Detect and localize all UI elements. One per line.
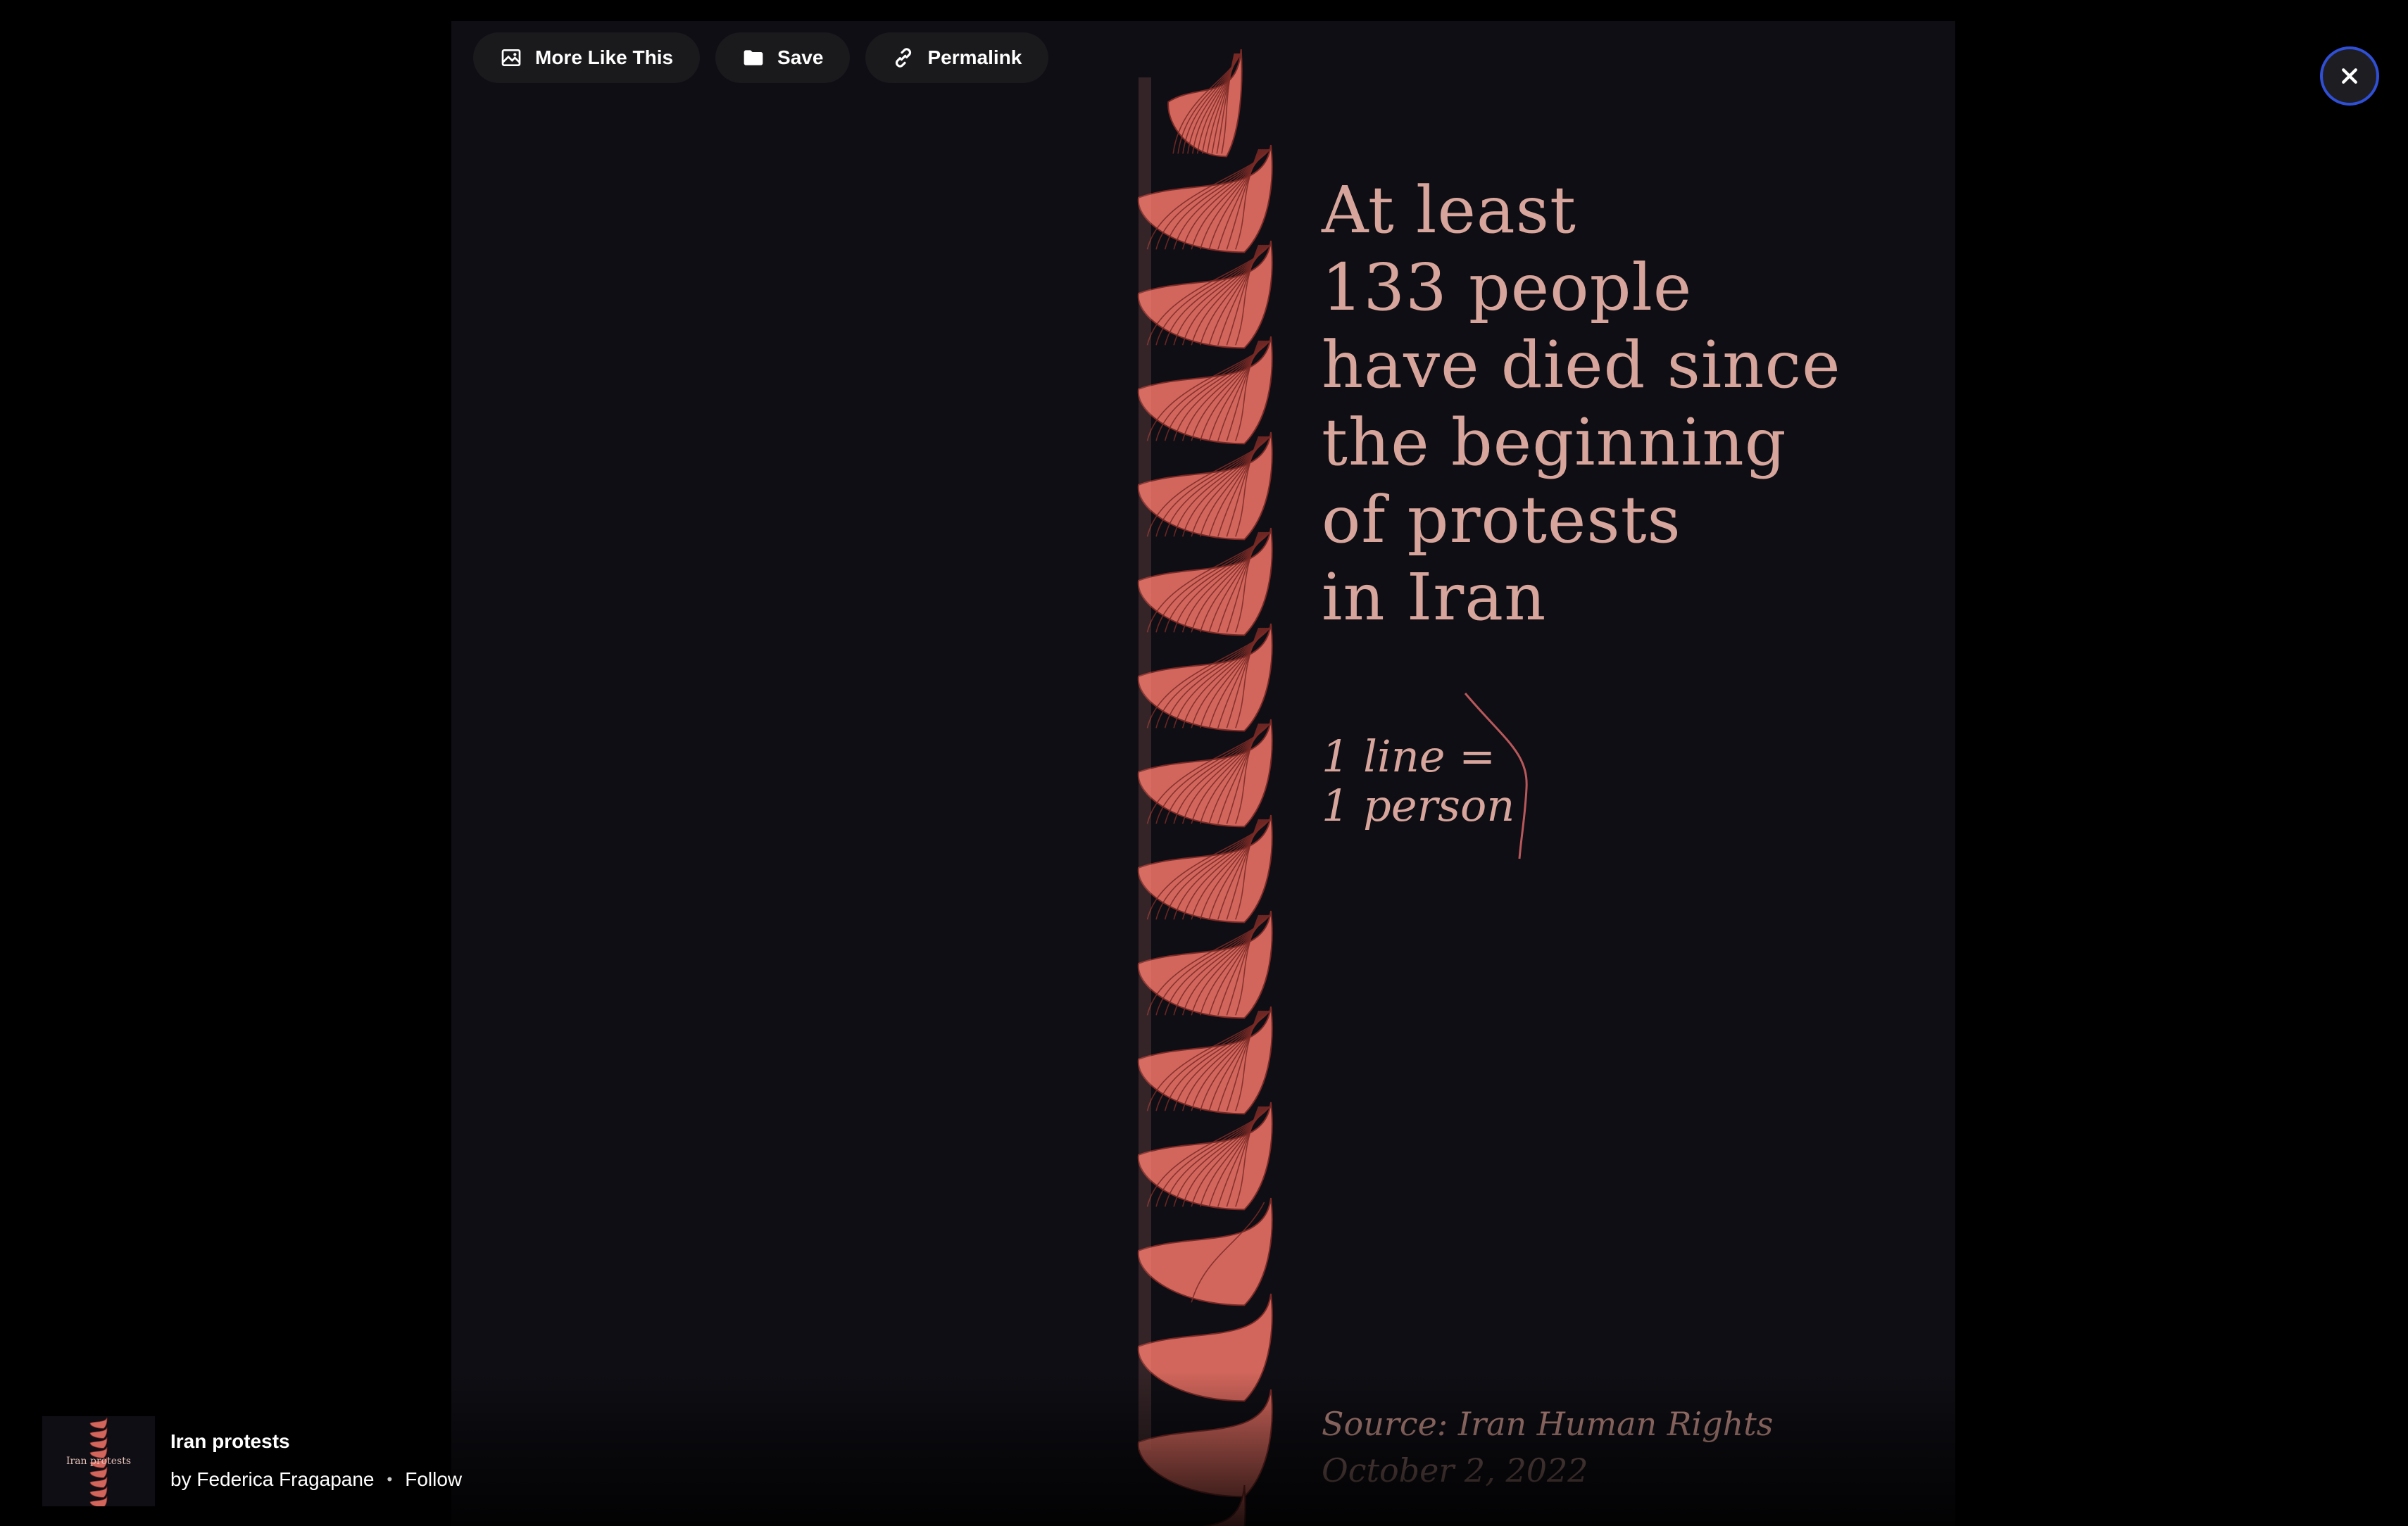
headline-line: of protests [1322, 482, 1681, 557]
link-icon [892, 46, 915, 69]
attribution-byline: by Federica Fragapane • Follow [170, 1468, 462, 1491]
permalink-button[interactable]: Permalink [865, 32, 1049, 83]
rope-segment [1137, 1006, 1273, 1115]
close-icon [2342, 68, 2357, 84]
rope-segment [1137, 1197, 1273, 1306]
rope-strand [1137, 1293, 1273, 1402]
rope-segment [1137, 431, 1273, 541]
rope-segment [1137, 527, 1273, 636]
rope-strand [1137, 1389, 1273, 1498]
thumbnail-strand [89, 1486, 108, 1498]
rope-segment [1137, 623, 1273, 732]
close-button[interactable] [2320, 46, 2379, 106]
thumbnail-strand [89, 1427, 108, 1439]
rope-highlight [1139, 77, 1151, 1450]
rope-segment [1137, 719, 1273, 828]
source-text: Source: Iran Human Rights [1322, 1405, 1774, 1443]
attribution-text: Iran protests by Federica Fragapane • Fo… [170, 1416, 462, 1491]
rope-segment [1137, 1102, 1273, 1211]
artwork-source: Source: Iran Human Rights October 2, 202… [1322, 1401, 1773, 1494]
separator-dot: • [387, 1470, 393, 1488]
thumbnail-strand [89, 1417, 108, 1429]
permalink-label: Permalink [927, 46, 1022, 68]
save-label: Save [777, 46, 824, 68]
author-link[interactable]: by Federica Fragapane [170, 1468, 375, 1491]
rope-segment [1137, 1293, 1273, 1402]
headline-line: 133 people [1322, 250, 1693, 325]
headline-line: At least [1322, 172, 1576, 248]
more-like-this-label: More Like This [535, 46, 674, 68]
rope-segment [1167, 49, 1243, 158]
save-button[interactable]: Save [715, 32, 851, 83]
source-date: October 2, 2022 [1322, 1451, 1588, 1489]
image-icon [500, 46, 522, 69]
thumbnail-caption: Iran protests [65, 1456, 132, 1467]
legend-curve [1464, 693, 1528, 859]
rope-segment [1137, 910, 1273, 1019]
headline-line: have died since [1322, 327, 1841, 403]
rope-strand [1137, 1197, 1273, 1306]
rope-segment [1137, 814, 1273, 923]
thumbnail-strand [89, 1476, 108, 1488]
artwork-headline: At least 133 people have died since the … [1322, 172, 1841, 636]
headline-line: the beginning [1322, 405, 1787, 480]
artwork-title[interactable]: Iran protests [170, 1430, 462, 1453]
thumbnail-strand [89, 1496, 108, 1506]
artwork-thumbnail[interactable]: Iran protests [42, 1416, 155, 1506]
rope-segment [1137, 336, 1273, 445]
image-toolbar: More Like This Save Permalink [473, 32, 1049, 83]
rope-segment [1137, 1389, 1273, 1498]
headline-line: in Iran [1322, 560, 1547, 635]
attribution-bar: Iran protests Iran protests by Federica … [42, 1416, 462, 1506]
rope-segment [1137, 240, 1273, 349]
lightbox-viewer: At least 133 people have died since the … [0, 0, 2408, 1526]
thumbnail-strand [89, 1466, 108, 1478]
follow-button[interactable]: Follow [405, 1468, 462, 1491]
thumbnail-strand [89, 1437, 108, 1449]
folder-icon [742, 46, 765, 69]
artwork-image: At least 133 people have died since the … [451, 21, 1955, 1526]
rope-segment [1137, 144, 1273, 253]
more-like-this-button[interactable]: More Like This [473, 32, 701, 83]
